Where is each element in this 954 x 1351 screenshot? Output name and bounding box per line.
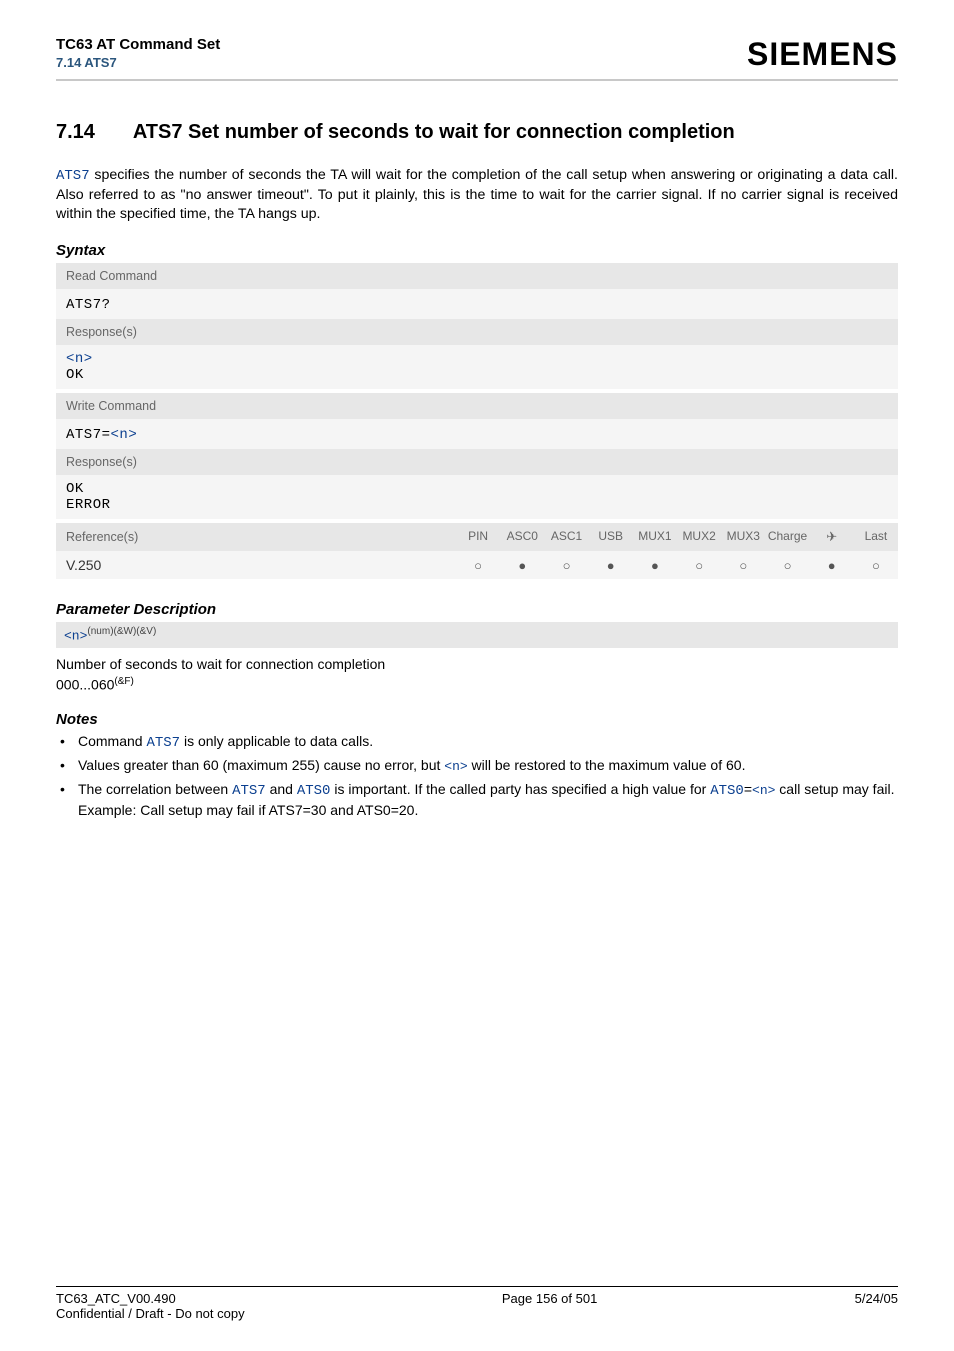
dot-asc1: ○ bbox=[544, 551, 588, 579]
reference-label: Reference(s) bbox=[56, 524, 456, 550]
dot-airplane: ● bbox=[810, 551, 854, 579]
param-description: Number of seconds to wait for connection… bbox=[56, 656, 898, 672]
note-1-a: Command bbox=[78, 733, 146, 749]
note-3-link2[interactable]: ATS0 bbox=[297, 783, 331, 799]
note-1: Command ATS7 is only applicable to data … bbox=[58, 732, 898, 753]
note-2-a: Values greater than 60 (maximum 255) cau… bbox=[78, 757, 444, 773]
page-footer: TC63_ATC_V00.490 Confidential / Draft - … bbox=[56, 1286, 898, 1321]
footer-date: 5/24/05 bbox=[855, 1291, 898, 1321]
note-3-c: is important. If the called party has sp… bbox=[330, 781, 710, 797]
note-3-e: Example: Call setup may fail if ATS7=30 … bbox=[78, 802, 418, 818]
note-3: The correlation between ATS7 and ATS0 is… bbox=[58, 780, 898, 820]
syntax-heading: Syntax bbox=[56, 242, 898, 259]
write-command-prefix: ATS7= bbox=[66, 427, 111, 443]
col-airplane-icon: ✈ bbox=[810, 523, 854, 551]
reference-value-row: V.250 ○ ● ○ ● ● ○ ○ ○ ● ○ bbox=[56, 551, 898, 579]
param-range-value: 000...060 bbox=[56, 677, 114, 693]
dot-mux3: ○ bbox=[721, 551, 765, 579]
note-3-b: and bbox=[266, 781, 297, 797]
note-3-link3[interactable]: ATS0 bbox=[710, 783, 744, 799]
note-1-b: is only applicable to data calls. bbox=[180, 733, 373, 749]
read-response: <n> OK bbox=[56, 345, 898, 389]
syntax-block: Read Command ATS7? Response(s) <n> OK Wr… bbox=[56, 263, 898, 579]
write-command-label: Write Command bbox=[56, 393, 898, 419]
dot-usb: ● bbox=[589, 551, 633, 579]
note-3-link4[interactable]: <n> bbox=[752, 783, 775, 798]
footer-confidential: Confidential / Draft - Do not copy bbox=[56, 1306, 245, 1321]
dot-mux2: ○ bbox=[677, 551, 721, 579]
response-ok-1: OK bbox=[66, 367, 888, 383]
ats7-link[interactable]: ATS7 bbox=[56, 168, 90, 184]
note-2-b: will be restored to the maximum value of… bbox=[468, 757, 746, 773]
col-usb: USB bbox=[589, 523, 633, 551]
page-header: TC63 AT Command Set 7.14 ATS7 SIEMENS bbox=[56, 36, 898, 81]
read-command: ATS7? bbox=[56, 289, 898, 319]
dot-charge: ○ bbox=[765, 551, 809, 579]
reference-dots: ○ ● ○ ● ● ○ ○ ○ ● ○ bbox=[456, 551, 898, 579]
note-1-link[interactable]: ATS7 bbox=[146, 735, 180, 751]
parameter-bar: <n>(num)(&W)(&V) bbox=[56, 622, 898, 648]
response-ok-2: OK bbox=[66, 481, 888, 497]
note-2: Values greater than 60 (maximum 255) cau… bbox=[58, 756, 898, 776]
response-error: ERROR bbox=[66, 497, 888, 513]
intro-text: specifies the number of seconds the TA w… bbox=[56, 167, 898, 222]
write-command-param[interactable]: <n> bbox=[111, 427, 138, 443]
notes-list: Command ATS7 is only applicable to data … bbox=[56, 732, 898, 820]
read-command-text: ATS7? bbox=[66, 297, 111, 313]
col-mux1: MUX1 bbox=[633, 523, 677, 551]
dot-mux1: ● bbox=[633, 551, 677, 579]
reference-value: V.250 bbox=[56, 551, 456, 579]
response-n: <n> bbox=[66, 351, 888, 367]
response-label-2: Response(s) bbox=[56, 449, 898, 475]
dot-last: ○ bbox=[854, 551, 898, 579]
col-asc0: ASC0 bbox=[500, 523, 544, 551]
footer-version: TC63_ATC_V00.490 bbox=[56, 1291, 176, 1306]
write-command: ATS7=<n> bbox=[56, 419, 898, 449]
intro-paragraph: ATS7 specifies the number of seconds the… bbox=[56, 166, 898, 224]
footer-page: Page 156 of 501 bbox=[245, 1291, 855, 1321]
col-asc1: ASC1 bbox=[544, 523, 588, 551]
col-pin: PIN bbox=[456, 523, 500, 551]
reference-columns: PIN ASC0 ASC1 USB MUX1 MUX2 MUX3 Charge … bbox=[456, 523, 898, 551]
dot-asc0: ● bbox=[500, 551, 544, 579]
col-mux2: MUX2 bbox=[677, 523, 721, 551]
param-tags: (num)(&W)(&V) bbox=[87, 626, 156, 637]
read-command-label: Read Command bbox=[56, 263, 898, 289]
footer-left: TC63_ATC_V00.490 Confidential / Draft - … bbox=[56, 1291, 245, 1321]
section-number: 7.14 bbox=[56, 121, 128, 144]
response-label-1: Response(s) bbox=[56, 319, 898, 345]
note-2-link[interactable]: <n> bbox=[444, 759, 467, 774]
param-range-sup: (&F) bbox=[114, 676, 133, 687]
doc-subtitle: 7.14 ATS7 bbox=[56, 55, 220, 70]
section-title-text: ATS7 Set number of seconds to wait for c… bbox=[133, 121, 735, 143]
parameter-heading: Parameter Description bbox=[56, 601, 898, 618]
param-name[interactable]: <n> bbox=[64, 629, 87, 644]
col-last: Last bbox=[854, 523, 898, 551]
note-3-link1[interactable]: ATS7 bbox=[232, 783, 266, 799]
note-3-eq: = bbox=[744, 781, 752, 797]
dot-pin: ○ bbox=[456, 551, 500, 579]
section-heading: 7.14 ATS7 Set number of seconds to wait … bbox=[56, 121, 898, 144]
note-3-a: The correlation between bbox=[78, 781, 232, 797]
note-3-d: call setup may fail. bbox=[775, 781, 894, 797]
col-mux3: MUX3 bbox=[721, 523, 765, 551]
reference-header-row: Reference(s) PIN ASC0 ASC1 USB MUX1 MUX2… bbox=[56, 523, 898, 551]
brand-logo: SIEMENS bbox=[747, 36, 898, 73]
write-response: OK ERROR bbox=[56, 475, 898, 519]
param-range: 000...060(&F) bbox=[56, 676, 898, 693]
col-charge: Charge bbox=[765, 523, 809, 551]
doc-title: TC63 AT Command Set bbox=[56, 36, 220, 53]
header-left: TC63 AT Command Set 7.14 ATS7 bbox=[56, 36, 220, 70]
notes-heading: Notes bbox=[56, 711, 898, 728]
